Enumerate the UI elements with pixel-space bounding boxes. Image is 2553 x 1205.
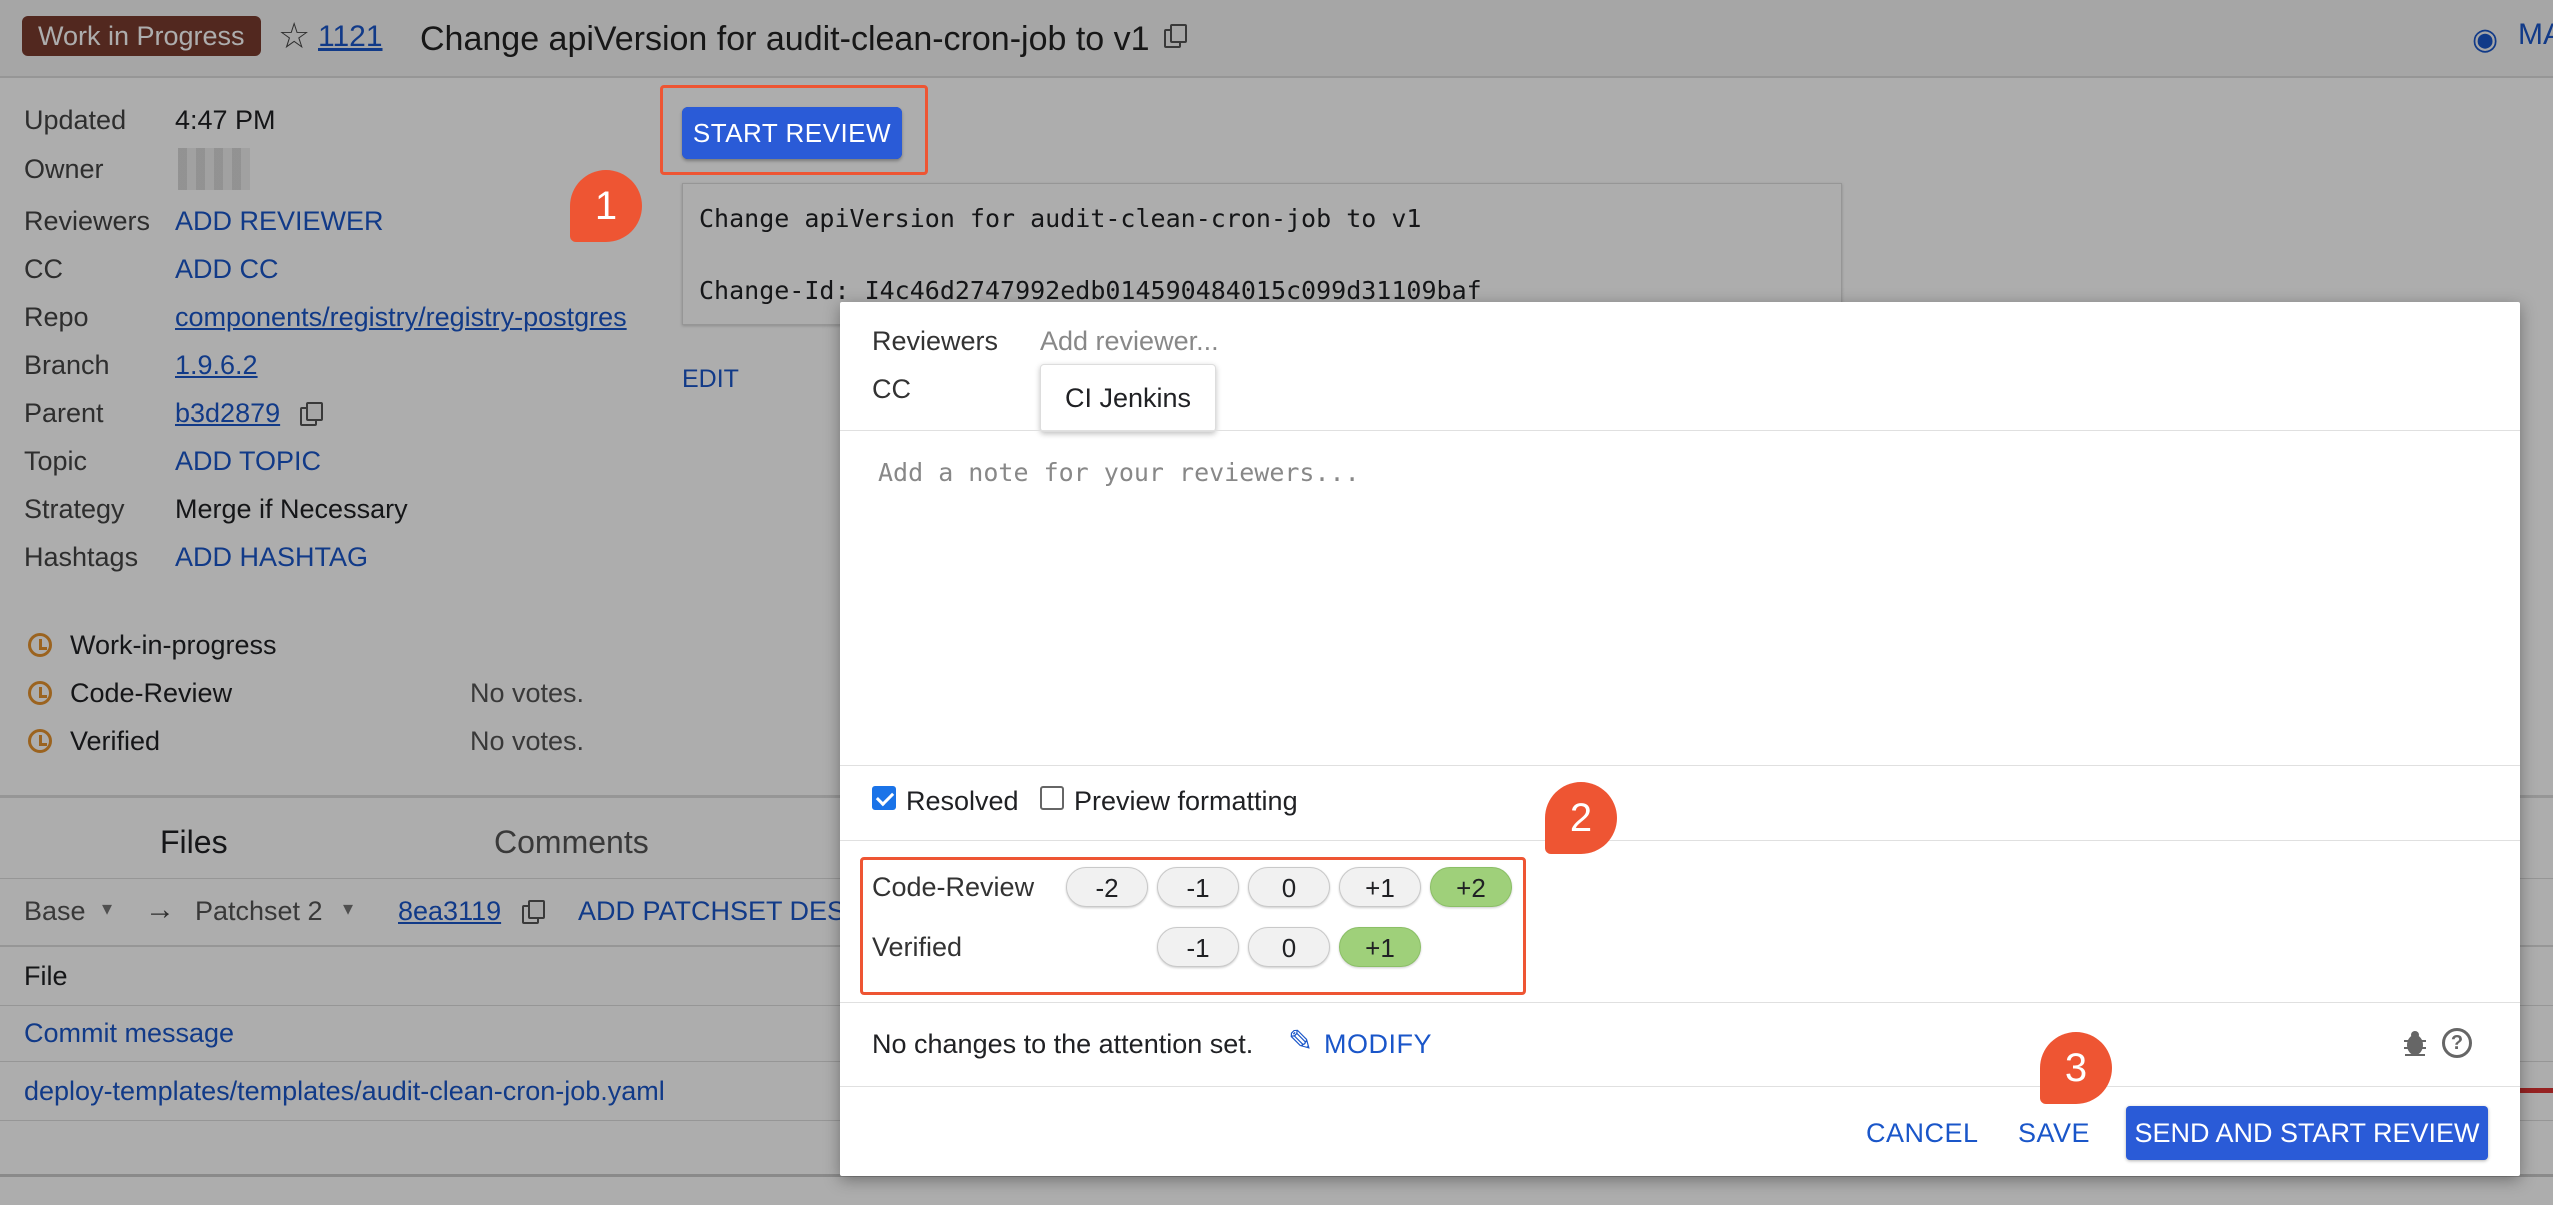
bug-icon[interactable]	[2402, 1028, 2428, 1058]
divider	[840, 840, 2520, 841]
resolved-label: Resolved	[906, 786, 1019, 816]
save-button[interactable]: SAVE	[2018, 1118, 2090, 1149]
callout-1-frame	[660, 85, 928, 175]
preview-formatting-label: Preview formatting	[1074, 786, 1298, 816]
attention-set-text: No changes to the attention set.	[872, 1029, 1254, 1059]
resolved-checkbox[interactable]	[872, 786, 896, 810]
preview-formatting-checkbox[interactable]	[1040, 786, 1064, 810]
reviewer-suggestion[interactable]: CI Jenkins	[1040, 364, 1216, 432]
dialog-cc-label: CC	[872, 374, 911, 404]
reviewer-note-textarea[interactable]: Add a note for your reviewers...	[878, 458, 1360, 487]
dialog-reviewers-label: Reviewers	[872, 326, 999, 356]
callout-1-badge: 1	[570, 170, 642, 242]
divider	[840, 430, 2520, 431]
callout-3-badge: 3	[2040, 1032, 2112, 1104]
help-icon[interactable]: ?	[2442, 1028, 2472, 1058]
send-and-start-review-button[interactable]: SEND AND START REVIEW	[2126, 1106, 2488, 1160]
modify-attention-button[interactable]: MODIFY	[1324, 1029, 1432, 1060]
callout-2-frame	[860, 857, 1526, 995]
cancel-button[interactable]: CANCEL	[1866, 1118, 1979, 1149]
divider	[840, 765, 2520, 766]
divider	[840, 1002, 2520, 1003]
callout-2-badge: 2	[1545, 782, 1617, 854]
reply-dialog: Reviewers Add reviewer... CC CI Jenkins …	[840, 302, 2520, 1176]
divider	[840, 1086, 2520, 1087]
reviewer-input[interactable]: Add reviewer...	[1040, 326, 1219, 357]
pencil-icon[interactable]: ✎	[1288, 1024, 1313, 1059]
